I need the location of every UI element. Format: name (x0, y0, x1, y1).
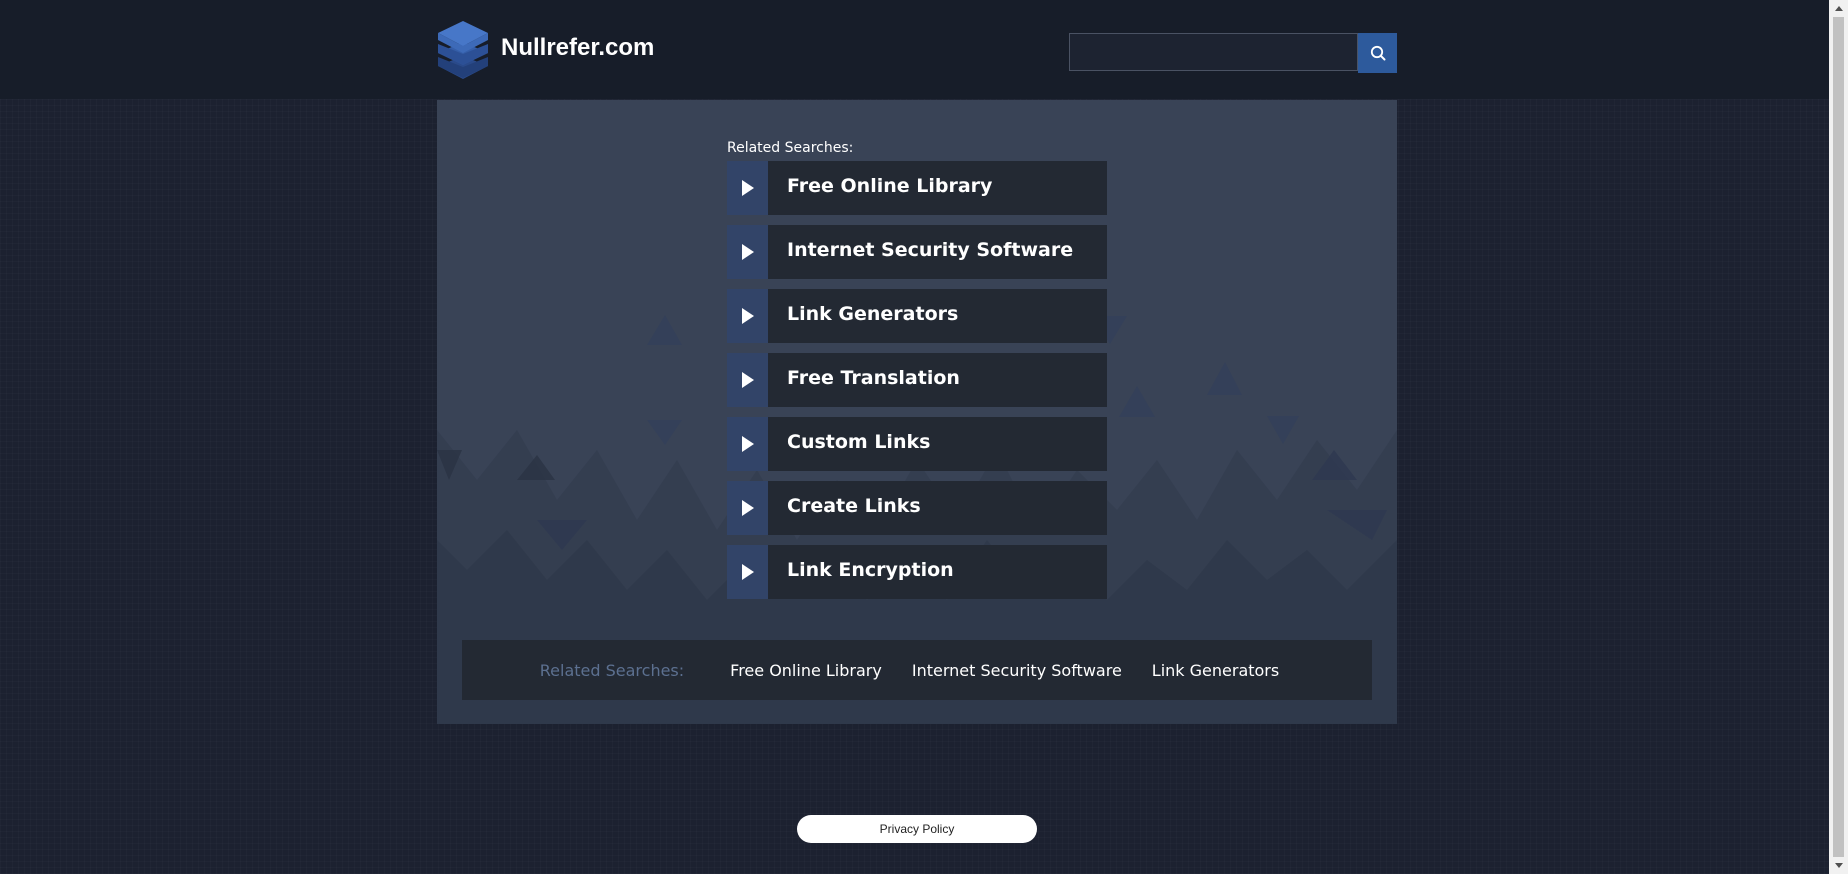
related-search-link[interactable]: Link Encryption (768, 545, 1107, 599)
scroll-down-arrow-icon[interactable] (1829, 857, 1848, 874)
related-search-link[interactable]: Custom Links (768, 417, 1107, 471)
search-button[interactable] (1358, 33, 1397, 73)
related-search-item[interactable]: Custom Links (727, 417, 1107, 471)
footer-related-link[interactable]: Free Online Library (730, 661, 882, 680)
related-search-item[interactable]: Create Links (727, 481, 1107, 535)
related-search-link[interactable]: Create Links (768, 481, 1107, 535)
play-arrow-icon (727, 289, 768, 343)
footer-related-link[interactable]: Internet Security Software (912, 661, 1122, 680)
related-searches-list: Free Online Library Internet Security So… (727, 161, 1107, 609)
logo-icon[interactable] (436, 20, 490, 80)
play-arrow-icon (727, 545, 768, 599)
related-search-item[interactable]: Free Online Library (727, 161, 1107, 215)
play-arrow-icon (727, 417, 768, 471)
search-input[interactable] (1069, 33, 1358, 71)
footer-related-link[interactable]: Link Generators (1152, 661, 1279, 680)
site-name[interactable]: Nullrefer.com (501, 34, 654, 62)
site-header: Nullrefer.com (0, 0, 1829, 99)
related-search-item[interactable]: Internet Security Software (727, 225, 1107, 279)
related-search-link[interactable]: Free Online Library (768, 161, 1107, 215)
related-search-item[interactable]: Free Translation (727, 353, 1107, 407)
related-searches-footer-bar: Related Searches: Free Online Library In… (462, 640, 1372, 700)
search-icon (1370, 45, 1385, 61)
related-searches-label: Related Searches: (727, 140, 854, 156)
play-arrow-icon (727, 353, 768, 407)
privacy-policy-link[interactable]: Privacy Policy (797, 815, 1037, 843)
main-panel: Related Searches: Free Online Library In… (437, 100, 1397, 724)
play-arrow-icon (727, 225, 768, 279)
play-arrow-icon (727, 161, 768, 215)
related-search-item[interactable]: Link Generators (727, 289, 1107, 343)
related-search-link[interactable]: Internet Security Software (768, 225, 1107, 279)
footer-related-searches-label: Related Searches: (539, 660, 685, 680)
play-arrow-icon (727, 481, 768, 535)
vertical-scrollbar[interactable] (1829, 0, 1848, 874)
related-search-link[interactable]: Free Translation (768, 353, 1107, 407)
related-search-link[interactable]: Link Generators (768, 289, 1107, 343)
related-search-item[interactable]: Link Encryption (727, 545, 1107, 599)
scroll-up-arrow-icon[interactable] (1829, 0, 1848, 17)
scrollbar-thumb[interactable] (1833, 17, 1844, 857)
